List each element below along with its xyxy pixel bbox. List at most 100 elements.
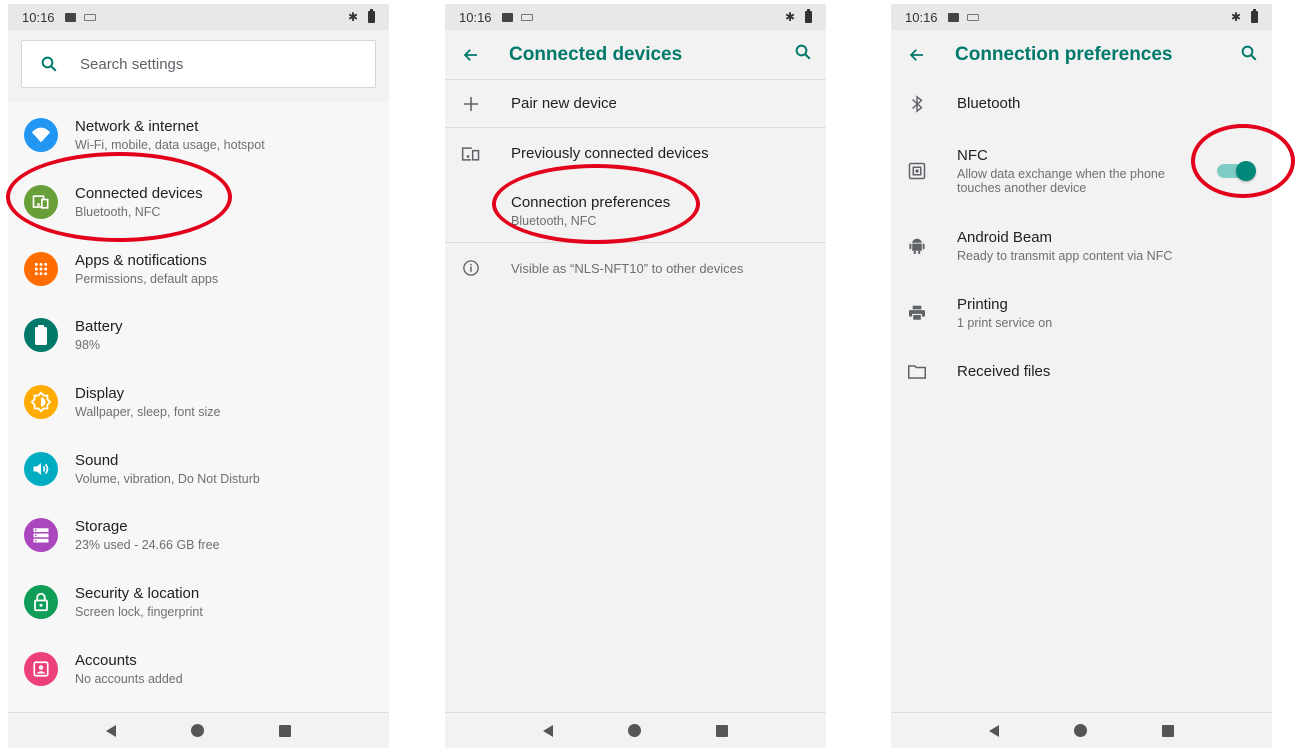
item-title: Accounts — [75, 651, 137, 669]
pair-new-device-item[interactable]: Pair new device — [445, 80, 826, 127]
nav-home-button[interactable] — [190, 724, 204, 737]
nav-home-button[interactable] — [627, 724, 641, 737]
nav-recents-button[interactable] — [1162, 724, 1175, 737]
item-title: Printing — [957, 295, 1008, 313]
settings-item-security[interactable]: Security & location Screen lock, fingerpr… — [8, 569, 389, 636]
nav-recents-button[interactable] — [716, 724, 729, 737]
item-subtitle: Volume, vibration, Do Not Disturb — [75, 471, 260, 486]
bluetooth-status-icon: ✱ — [1230, 10, 1241, 24]
nav-home-button[interactable] — [1073, 724, 1087, 737]
plus-icon — [459, 96, 483, 111]
nav-back-button[interactable] — [105, 724, 116, 737]
item-subtitle: 23% used - 24.66 GB free — [75, 538, 220, 553]
bluetooth-status-icon: ✱ — [347, 10, 358, 24]
item-title: Pair new device — [511, 95, 617, 112]
battery-icon — [24, 318, 58, 353]
battery-status-icon — [805, 9, 812, 23]
search-icon — [41, 56, 57, 72]
item-title: NFC — [957, 146, 988, 164]
info-icon — [459, 259, 483, 277]
item-subtitle: Wallpaper, sleep, font size — [75, 405, 221, 420]
apps-icon — [24, 251, 58, 286]
settings-item-apps[interactable]: Apps & notifications Permissions, default… — [8, 235, 389, 302]
page-title: Connection preferences — [955, 44, 1173, 65]
item-title: Received files — [957, 363, 1051, 380]
item-subtitle: Bluetooth, NFC — [511, 213, 597, 228]
settings-item-sound[interactable]: Sound Volume, vibration, Do Not Disturb — [8, 435, 389, 502]
back-arrow-icon[interactable] — [459, 43, 483, 67]
settings-item-network[interactable]: Network & internet Wi-Fi, mobile, data us… — [8, 102, 389, 169]
nav-back-button[interactable] — [988, 724, 999, 737]
battery-status-icon — [368, 9, 375, 23]
visibility-text: Visible as “NLS-NFT10” to other devices — [511, 260, 744, 276]
search-icon[interactable] — [794, 43, 812, 66]
battery-status-icon — [1251, 9, 1258, 23]
settings-item-connected-devices[interactable]: Connected devices Bluetooth, NFC — [8, 169, 389, 236]
item-title: Previously connected devices — [511, 145, 709, 162]
wifi-icon — [24, 118, 58, 153]
item-subtitle: Ready to transmit app content via NFC — [957, 248, 1173, 263]
status-time: 10:16 — [905, 9, 938, 25]
settings-item-accounts[interactable]: Accounts No accounts added — [8, 636, 389, 703]
nav-back-button[interactable] — [542, 724, 553, 737]
search-settings-input[interactable]: Search settings — [21, 40, 376, 88]
item-title: Sound — [75, 451, 119, 469]
connection-preferences-screen: 10:16 ✱ Connection preferences Bluetooth… — [891, 4, 1272, 748]
android-icon — [905, 237, 929, 255]
image-notification-icon — [64, 12, 76, 22]
item-subtitle: Allow data exchange when the phone — [957, 166, 1165, 181]
nfc-item[interactable]: NFC Allow data exchange when the phone tou… — [891, 127, 1272, 214]
account-icon — [24, 651, 58, 686]
nfc-toggle[interactable] — [1217, 161, 1256, 181]
folder-icon — [905, 364, 929, 379]
item-title: Security & location — [75, 585, 200, 603]
devices-icon — [459, 146, 483, 162]
item-subtitle: Wi-Fi, mobile, data usage, hotspot — [75, 138, 265, 153]
item-subtitle: touches another device — [957, 180, 1087, 195]
item-subtitle: Screen lock, fingerprint — [75, 605, 203, 620]
nav-recents-button[interactable] — [279, 724, 292, 737]
settings-item-battery[interactable]: Battery 98% — [8, 302, 389, 369]
item-subtitle: No accounts added — [75, 671, 183, 686]
search-icon[interactable] — [1240, 44, 1258, 67]
devices-icon — [24, 185, 58, 220]
navigation-bar — [891, 712, 1272, 748]
printer-icon — [905, 305, 929, 321]
keyboard-notification-icon — [520, 13, 533, 21]
bluetooth-item[interactable]: Bluetooth — [891, 80, 1272, 127]
keyboard-notification-icon — [966, 13, 979, 21]
printing-item[interactable]: Printing 1 print service on — [891, 277, 1272, 348]
app-bar: Connection preferences — [891, 30, 1272, 80]
item-title: Connection preferences — [511, 193, 671, 211]
item-title: Connected devices — [75, 185, 203, 203]
status-bar: 10:16 ✱ — [891, 4, 1272, 30]
received-files-item[interactable]: Received files — [891, 348, 1272, 395]
status-time: 10:16 — [459, 9, 492, 25]
back-arrow-icon[interactable] — [905, 43, 929, 67]
item-subtitle: 1 print service on — [957, 315, 1053, 330]
bluetooth-icon — [905, 94, 929, 113]
status-bar: 10:16 ✱ — [445, 4, 826, 30]
android-beam-item[interactable]: Android Beam Ready to transmit app conten… — [891, 214, 1272, 277]
previously-connected-devices-item[interactable]: Previously connected devices — [445, 128, 826, 179]
settings-list: Network & internet Wi-Fi, mobile, data us… — [8, 102, 389, 714]
status-time: 10:16 — [22, 9, 55, 25]
volume-icon — [24, 451, 58, 486]
storage-icon — [24, 518, 58, 553]
item-title: Battery — [75, 318, 123, 336]
item-subtitle: 98% — [75, 338, 101, 353]
app-bar: Connected devices — [445, 30, 826, 80]
item-title: Network & internet — [75, 118, 199, 136]
item-title: Storage — [75, 518, 128, 536]
bluetooth-status-icon: ✱ — [784, 10, 795, 24]
item-title: Android Beam — [957, 228, 1053, 246]
item-title: Apps & notifications — [75, 251, 207, 269]
settings-item-display[interactable]: Display Wallpaper, sleep, font size — [8, 369, 389, 436]
lock-icon — [24, 585, 58, 620]
settings-item-storage[interactable]: Storage 23% used - 24.66 GB free — [8, 502, 389, 569]
image-notification-icon — [947, 12, 959, 22]
settings-home-screen: 10:16 ✱ Search settings Network & intern… — [8, 4, 389, 748]
navigation-bar — [8, 712, 389, 748]
visibility-info: Visible as “NLS-NFT10” to other devices — [445, 243, 826, 293]
connection-preferences-item[interactable]: Connection preferences Bluetooth, NFC — [445, 179, 826, 242]
